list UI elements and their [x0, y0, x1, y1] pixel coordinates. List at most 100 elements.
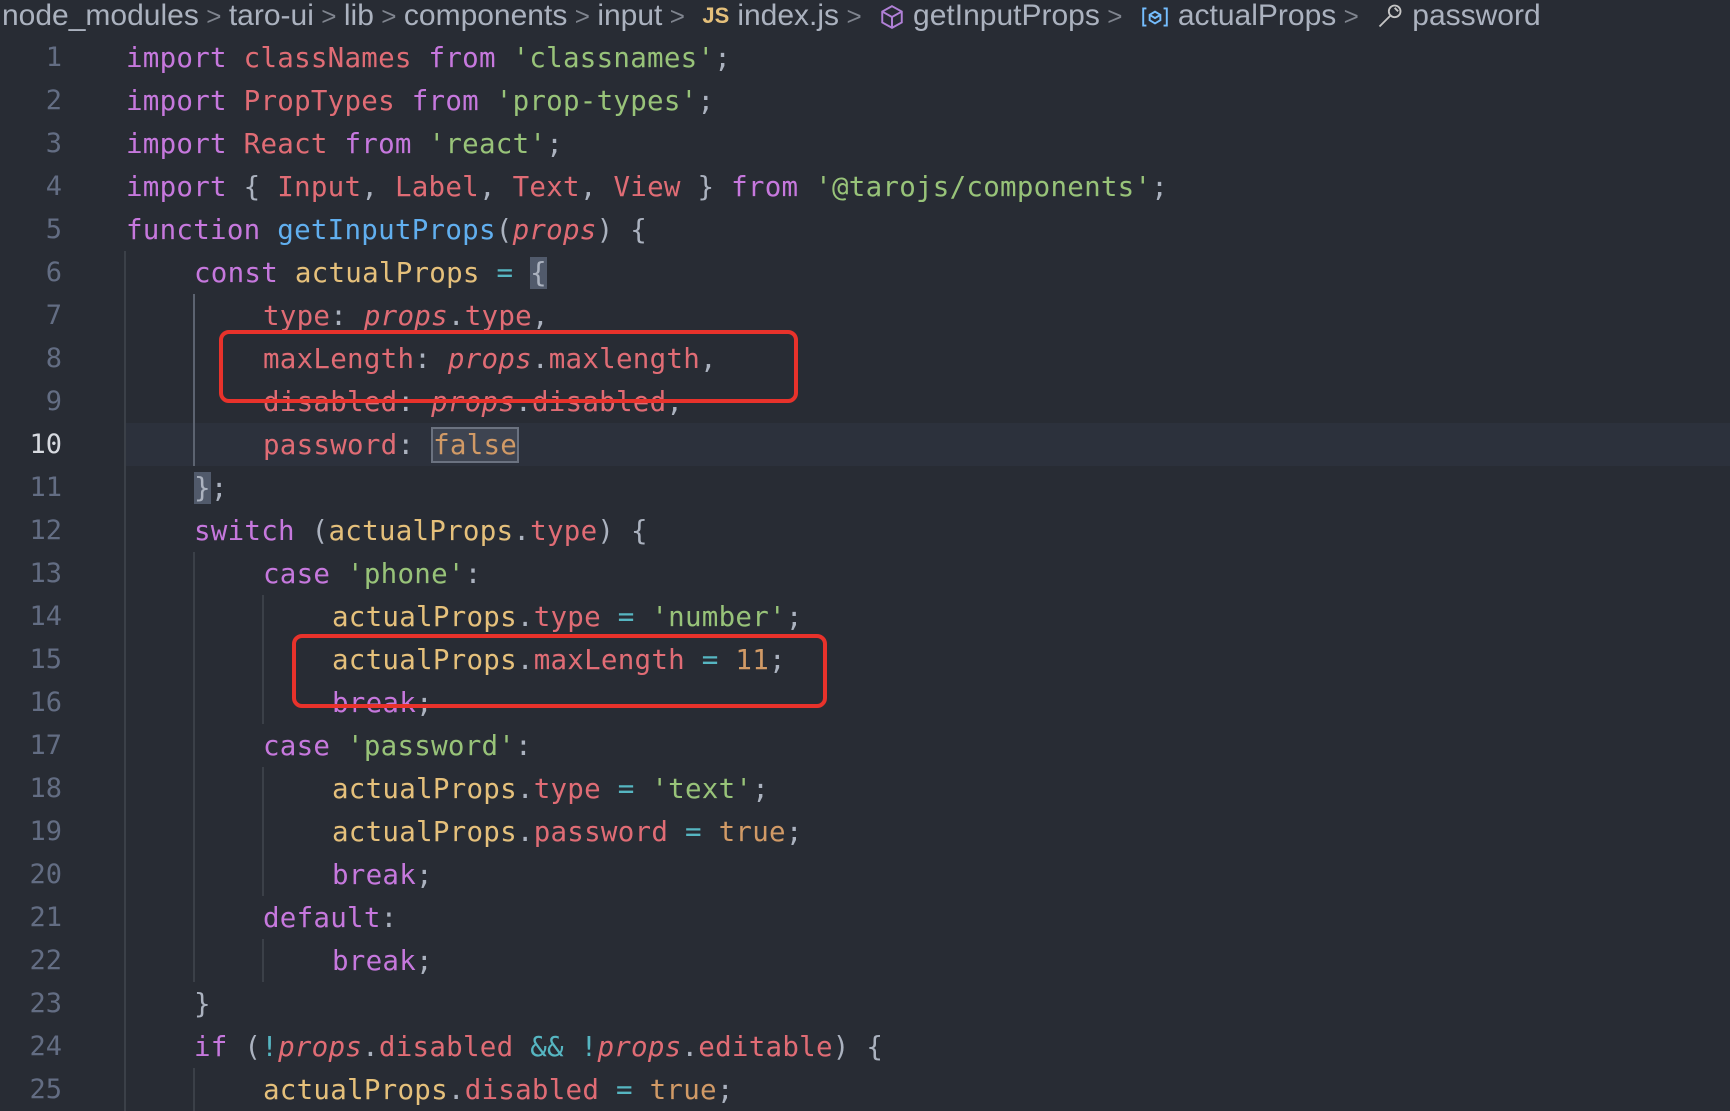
line-number: 7	[45, 300, 62, 331]
code-line-14[interactable]: 14 actualProps.type = 'number';	[0, 595, 1730, 638]
chevron-right-icon: >	[669, 0, 685, 31]
breadcrumb-item-input[interactable]: input	[595, 1, 664, 31]
code-text: const actualProps = {	[124, 256, 547, 289]
code-line-7[interactable]: 7 type: props.type,	[0, 294, 1730, 337]
line-number: 8	[45, 343, 62, 374]
code-line-4[interactable]: 4 import { Input, Label, Text, View } fr…	[0, 165, 1730, 208]
code-line-5[interactable]: 5 function getInputProps(props) {	[0, 208, 1730, 251]
code-token: classNames	[226, 41, 429, 74]
code-line-12[interactable]: 12 switch (actualProps.type) {	[0, 509, 1730, 552]
code-line-25[interactable]: 25 actualProps.disabled = true;	[0, 1068, 1730, 1111]
line-number: 11	[29, 472, 62, 503]
code-token: 11	[735, 643, 770, 676]
variable-icon	[1140, 2, 1170, 29]
indent-guide	[124, 767, 126, 810]
code-token: type	[533, 772, 601, 805]
indent-guide	[193, 595, 195, 638]
code-line-19[interactable]: 19 actualProps.password = true;	[0, 810, 1730, 853]
breadcrumb-item-password[interactable]: password	[1410, 1, 1542, 31]
breadcrumb-item-getinputprops[interactable]: getInputProps	[911, 1, 1102, 31]
code-line-6[interactable]: 6 const actualProps = {	[0, 251, 1730, 294]
code-token: ,	[579, 170, 614, 203]
code-token: 'phone'	[347, 557, 465, 590]
breadcrumb-item-node-modules[interactable]: node_modules	[0, 1, 201, 31]
code-line-18[interactable]: 18 actualProps.type = 'text';	[0, 767, 1730, 810]
code-token: ;	[1151, 170, 1169, 203]
code-token: maxLength	[533, 643, 685, 676]
code-token: &&	[530, 1030, 564, 1063]
breadcrumb-item-lib[interactable]: lib	[342, 1, 376, 31]
code-line-17[interactable]: 17 case 'password':	[0, 724, 1730, 767]
code-token: type	[530, 514, 598, 547]
code-token: props	[447, 342, 532, 375]
indent-guide	[124, 294, 126, 337]
selected-token[interactable]: false	[431, 426, 520, 463]
code-text: switch (actualProps.type) {	[124, 515, 648, 547]
code-token: disabled	[263, 385, 398, 418]
js-file-icon: JS	[702, 3, 730, 28]
code-text: disabled: props.disabled,	[124, 386, 683, 418]
line-number: 16	[29, 687, 62, 718]
code-line-16[interactable]: 16 break;	[0, 681, 1730, 724]
chevron-right-icon: >	[321, 0, 337, 31]
code-line-21[interactable]: 21 default:	[0, 896, 1730, 939]
code-token: ;	[416, 858, 433, 891]
breadcrumb-item-taro-ui[interactable]: taro-ui	[227, 1, 316, 31]
chevron-right-icon: >	[1107, 0, 1123, 31]
code-token: ;	[546, 127, 563, 160]
code-line-13[interactable]: 13 case 'phone':	[0, 552, 1730, 595]
code-token: from	[731, 170, 799, 203]
code-line-22[interactable]: 22 break;	[0, 939, 1730, 982]
code-token: }	[680, 170, 732, 203]
code-editor[interactable]: 1 import classNames from 'classnames'; 2…	[0, 36, 1730, 1111]
breadcrumb-item-index-js[interactable]: index.js	[735, 1, 841, 31]
indent-guide	[124, 380, 126, 423]
code-line-23[interactable]: 23 }	[0, 982, 1730, 1025]
indent-guide	[124, 896, 126, 939]
breadcrumb-item-components[interactable]: components	[402, 1, 569, 31]
code-text: break;	[124, 945, 433, 977]
code-token: {	[530, 256, 547, 289]
code-token: =	[615, 1073, 633, 1106]
code-line-11[interactable]: 11 };	[0, 466, 1730, 509]
code-token: break	[332, 944, 417, 977]
code-token: :	[397, 428, 432, 461]
line-number: 17	[29, 730, 62, 761]
line-number: 18	[29, 773, 62, 804]
line-number: 20	[29, 859, 62, 890]
indent-guide	[193, 767, 195, 810]
code-token: default	[263, 901, 381, 934]
code-line-2[interactable]: 2 import PropTypes from 'prop-types';	[0, 79, 1730, 122]
indent-guide	[193, 294, 195, 337]
code-token: case	[263, 557, 331, 590]
breadcrumb-item-actualprops[interactable]: actualProps	[1176, 1, 1338, 31]
code-line-9[interactable]: 9 disabled: props.disabled,	[0, 380, 1730, 423]
code-token: {	[226, 170, 278, 203]
code-text: actualProps.password = true;	[124, 816, 803, 848]
indent-guide	[124, 509, 126, 552]
code-token: =	[617, 772, 635, 805]
code-line-10[interactable]: 10 password: false	[0, 423, 1730, 466]
indent-guide	[193, 681, 195, 724]
code-token: props	[512, 213, 597, 246]
code-token: props	[363, 299, 448, 332]
code-line-24[interactable]: 24 if (!props.disabled && !props.editabl…	[0, 1025, 1730, 1068]
code-line-8[interactable]: 8 maxLength: props.maxlength,	[0, 337, 1730, 380]
code-token: '@tarojs/components'	[798, 170, 1152, 203]
indent-guide	[193, 423, 195, 466]
code-line-15[interactable]: 15 actualProps.maxLength = 11;	[0, 638, 1730, 681]
line-number: 19	[29, 816, 62, 847]
code-line-3[interactable]: 3 import React from 'react';	[0, 122, 1730, 165]
indent-guide	[124, 595, 126, 638]
code-token: password	[533, 815, 669, 848]
code-line-20[interactable]: 20 break;	[0, 853, 1730, 896]
code-token: :	[464, 557, 482, 590]
code-line-1[interactable]: 1 import classNames from 'classnames';	[0, 36, 1730, 79]
code-token: import	[126, 127, 227, 160]
